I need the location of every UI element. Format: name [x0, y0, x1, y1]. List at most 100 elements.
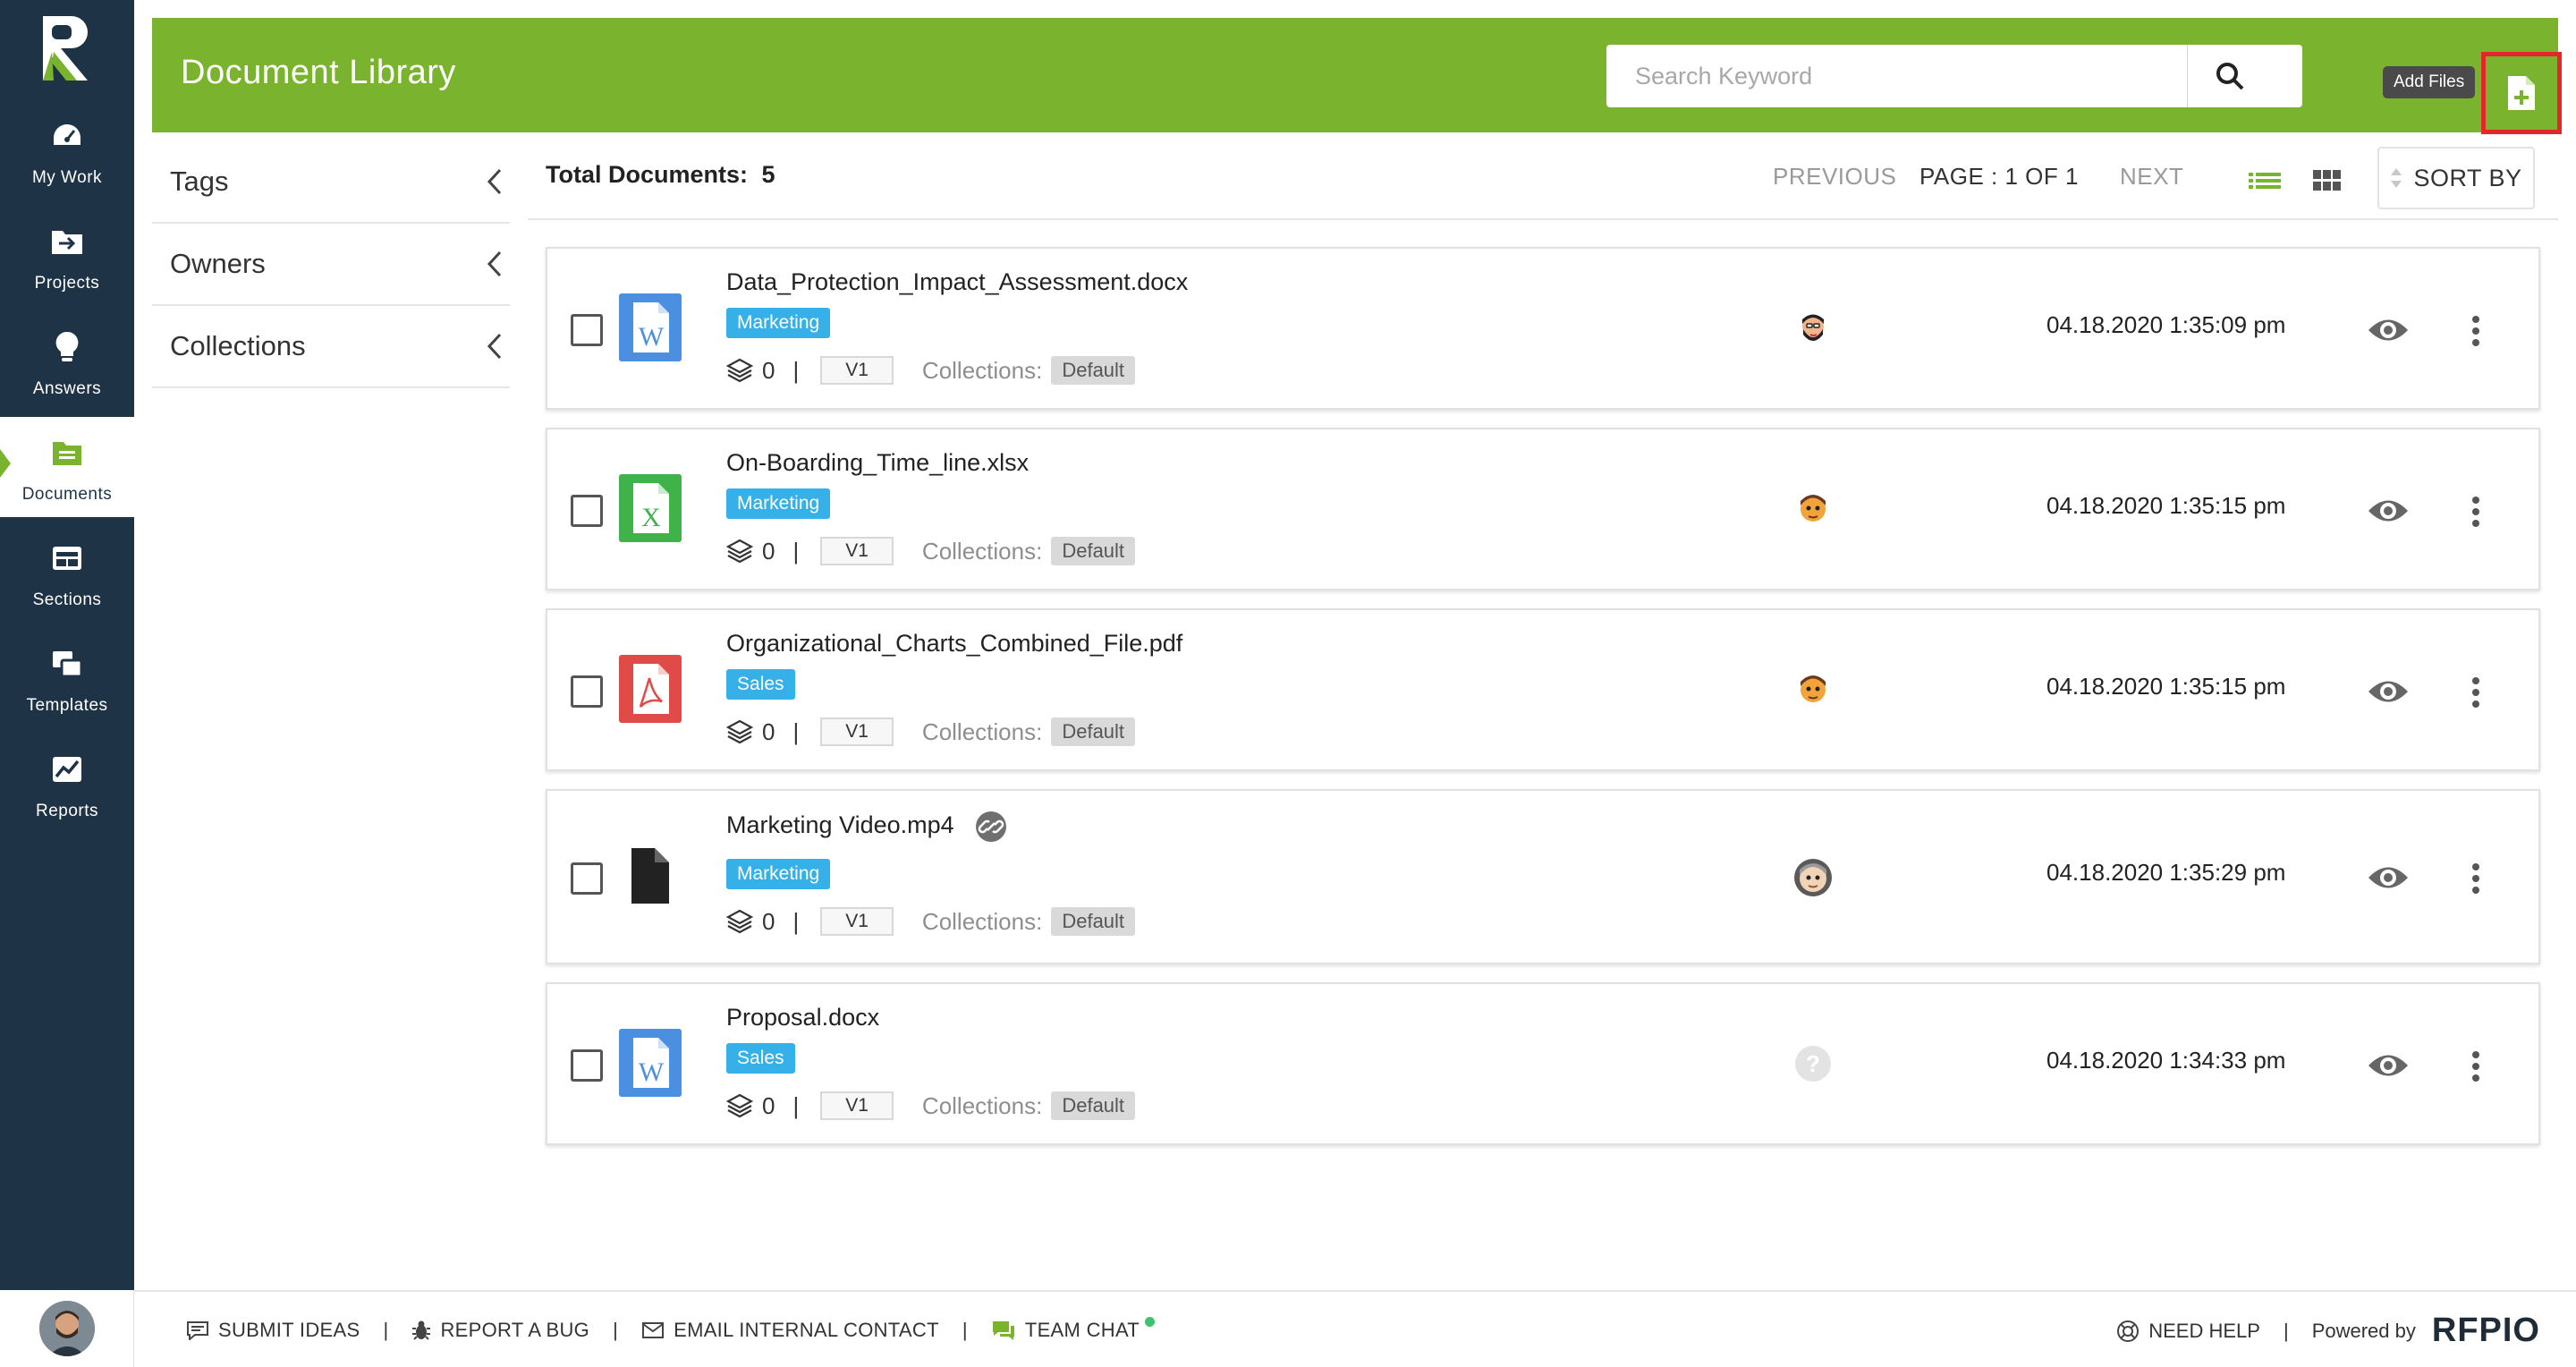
nav-item-reports[interactable]: Reports [0, 734, 134, 834]
add-file-icon [2508, 76, 2535, 110]
document-row[interactable]: Marketing Video.mp4 Marketing 0 | V1 Col… [546, 789, 2540, 964]
page-header: Document Library Add Files Menu [152, 18, 2576, 134]
collections-label: Collections: [921, 1091, 1043, 1119]
row-kebab-icon[interactable] [2467, 315, 2485, 347]
total-count: 5 [761, 161, 775, 188]
row-kebab-icon[interactable] [2467, 676, 2485, 709]
add-files-button[interactable] [2481, 52, 2562, 134]
version-badge[interactable]: V1 [820, 717, 894, 746]
row-checkbox[interactable] [571, 862, 603, 895]
view-eye-icon[interactable] [2367, 676, 2410, 707]
view-eye-icon[interactable] [2367, 862, 2410, 893]
grey-hair-man-avatar [1794, 859, 1832, 896]
mail-icon [642, 1322, 665, 1338]
row-kebab-icon[interactable] [2467, 862, 2485, 895]
revision-count: 0 [762, 356, 775, 384]
total-label: Total Documents: [546, 161, 749, 188]
nav-label: Answers [32, 379, 102, 398]
version-badge[interactable]: V1 [820, 907, 894, 936]
templates-icon [47, 644, 87, 684]
layers-icon [726, 539, 753, 564]
menu-button[interactable]: Menu [2567, 64, 2576, 95]
collection-badge: Default [1051, 1091, 1136, 1120]
document-name[interactable]: Data_Protection_Impact_Assessment.docx [726, 268, 1188, 296]
document-name[interactable]: Organizational_Charts_Combined_File.pdf [726, 630, 1182, 658]
team-chat-link[interactable]: TEAM CHAT [991, 1316, 1158, 1342]
page-footer: SUBMIT IDEAS | REPORT A BUG | EMAIL INTE… [134, 1290, 2576, 1367]
row-checkbox[interactable] [571, 314, 603, 346]
previous-page-button[interactable]: PREVIOUS [1773, 163, 1896, 191]
view-eye-icon[interactable] [2367, 496, 2410, 526]
user-avatar[interactable] [38, 1301, 95, 1356]
footer-right: NEED HELP | Powered by RFPIO [2116, 1312, 2540, 1350]
pdf-file-icon [619, 655, 682, 723]
layers-icon [726, 358, 753, 383]
lightbulb-icon [47, 327, 87, 367]
tag-badge: Sales [726, 1043, 795, 1074]
version-badge[interactable]: V1 [820, 537, 894, 565]
document-meta: 0 | V1 Collections: Default [726, 352, 1136, 388]
nav-item-my-work[interactable]: My Work [0, 100, 134, 200]
row-checkbox[interactable] [571, 675, 603, 708]
sort-by-button[interactable]: SORT BY [2377, 147, 2535, 209]
search-button[interactable] [2188, 45, 2302, 107]
excel-file-icon: X [619, 474, 682, 542]
document-row[interactable]: X On-Boarding_Time_line.xlsx Marketing 0… [546, 428, 2540, 590]
chevron-left-icon [487, 333, 502, 360]
nav-item-documents[interactable]: Documents [0, 417, 134, 517]
nav-label: Templates [26, 696, 108, 715]
document-name[interactable]: Marketing Video.mp4 [726, 811, 1007, 843]
nav-item-projects[interactable]: Projects [0, 206, 134, 306]
report-bug-label: REPORT A BUG [440, 1319, 590, 1341]
submit-ideas-link[interactable]: SUBMIT IDEAS [186, 1319, 360, 1342]
nav-item-sections[interactable]: Sections [0, 522, 134, 623]
report-bug-link[interactable]: REPORT A BUG [411, 1319, 589, 1342]
document-name-text: Marketing Video.mp4 [726, 811, 954, 839]
document-meta: 0 | V1 Collections: Default [726, 1088, 1136, 1124]
revision-count: 0 [762, 537, 775, 565]
document-name[interactable]: Proposal.docx [726, 1004, 879, 1032]
unknown-user-icon: ? [1795, 1046, 1831, 1082]
add-files-tooltip: Add Files [2383, 66, 2476, 98]
chevron-left-icon [487, 250, 502, 277]
sort-icon [2391, 168, 2402, 188]
document-row[interactable]: W Proposal.docx Sales 0 | V1 Collections… [546, 982, 2540, 1145]
grid-view-icon[interactable] [2308, 161, 2347, 200]
filter-owners[interactable]: Owners [152, 224, 510, 306]
document-date: 04.18.2020 1:35:15 pm [2046, 492, 2286, 519]
document-row[interactable]: Organizational_Charts_Combined_File.pdf … [546, 608, 2540, 771]
need-help-link[interactable]: NEED HELP [2116, 1320, 2260, 1343]
filter-label: Owners [170, 248, 266, 279]
online-status-dot [1145, 1316, 1156, 1327]
list-view-icon[interactable] [2245, 161, 2284, 200]
tag-badge: Marketing [726, 488, 831, 519]
left-nav-rail: My Work Projects Answers Documents Secti… [0, 0, 134, 1367]
view-eye-icon[interactable] [2367, 1050, 2410, 1081]
nav-item-answers[interactable]: Answers [0, 311, 134, 412]
row-kebab-icon[interactable] [2467, 1050, 2485, 1083]
nav-item-templates[interactable]: Templates [0, 628, 134, 728]
version-badge[interactable]: V1 [820, 1091, 894, 1120]
next-page-button[interactable]: NEXT [2120, 163, 2183, 191]
view-eye-icon[interactable] [2367, 315, 2410, 345]
user-profile[interactable] [0, 1290, 134, 1367]
sort-label: SORT BY [2413, 164, 2522, 191]
link-icon[interactable] [975, 811, 1007, 843]
email-internal-contact-link[interactable]: EMAIL INTERNAL CONTACT [641, 1319, 939, 1342]
layers-icon [726, 719, 753, 744]
row-kebab-icon[interactable] [2467, 496, 2485, 528]
filter-collections[interactable]: Collections [152, 306, 510, 388]
collections-label: Collections: [921, 717, 1043, 745]
row-checkbox[interactable] [571, 1049, 603, 1082]
man-avatar [1794, 671, 1832, 709]
filters-panel: Tags Owners Collections [152, 141, 510, 388]
nav-label: Reports [35, 802, 99, 820]
rfpio-logo[interactable] [36, 13, 98, 84]
rfpio-brand[interactable]: RFPIO [2432, 1312, 2540, 1350]
search-input[interactable] [1606, 45, 2188, 107]
document-row[interactable]: W Data_Protection_Impact_Assessment.docx… [546, 247, 2540, 410]
version-badge[interactable]: V1 [820, 356, 894, 385]
row-checkbox[interactable] [571, 495, 603, 527]
filter-tags[interactable]: Tags [152, 141, 510, 224]
document-name[interactable]: On-Boarding_Time_line.xlsx [726, 449, 1029, 477]
